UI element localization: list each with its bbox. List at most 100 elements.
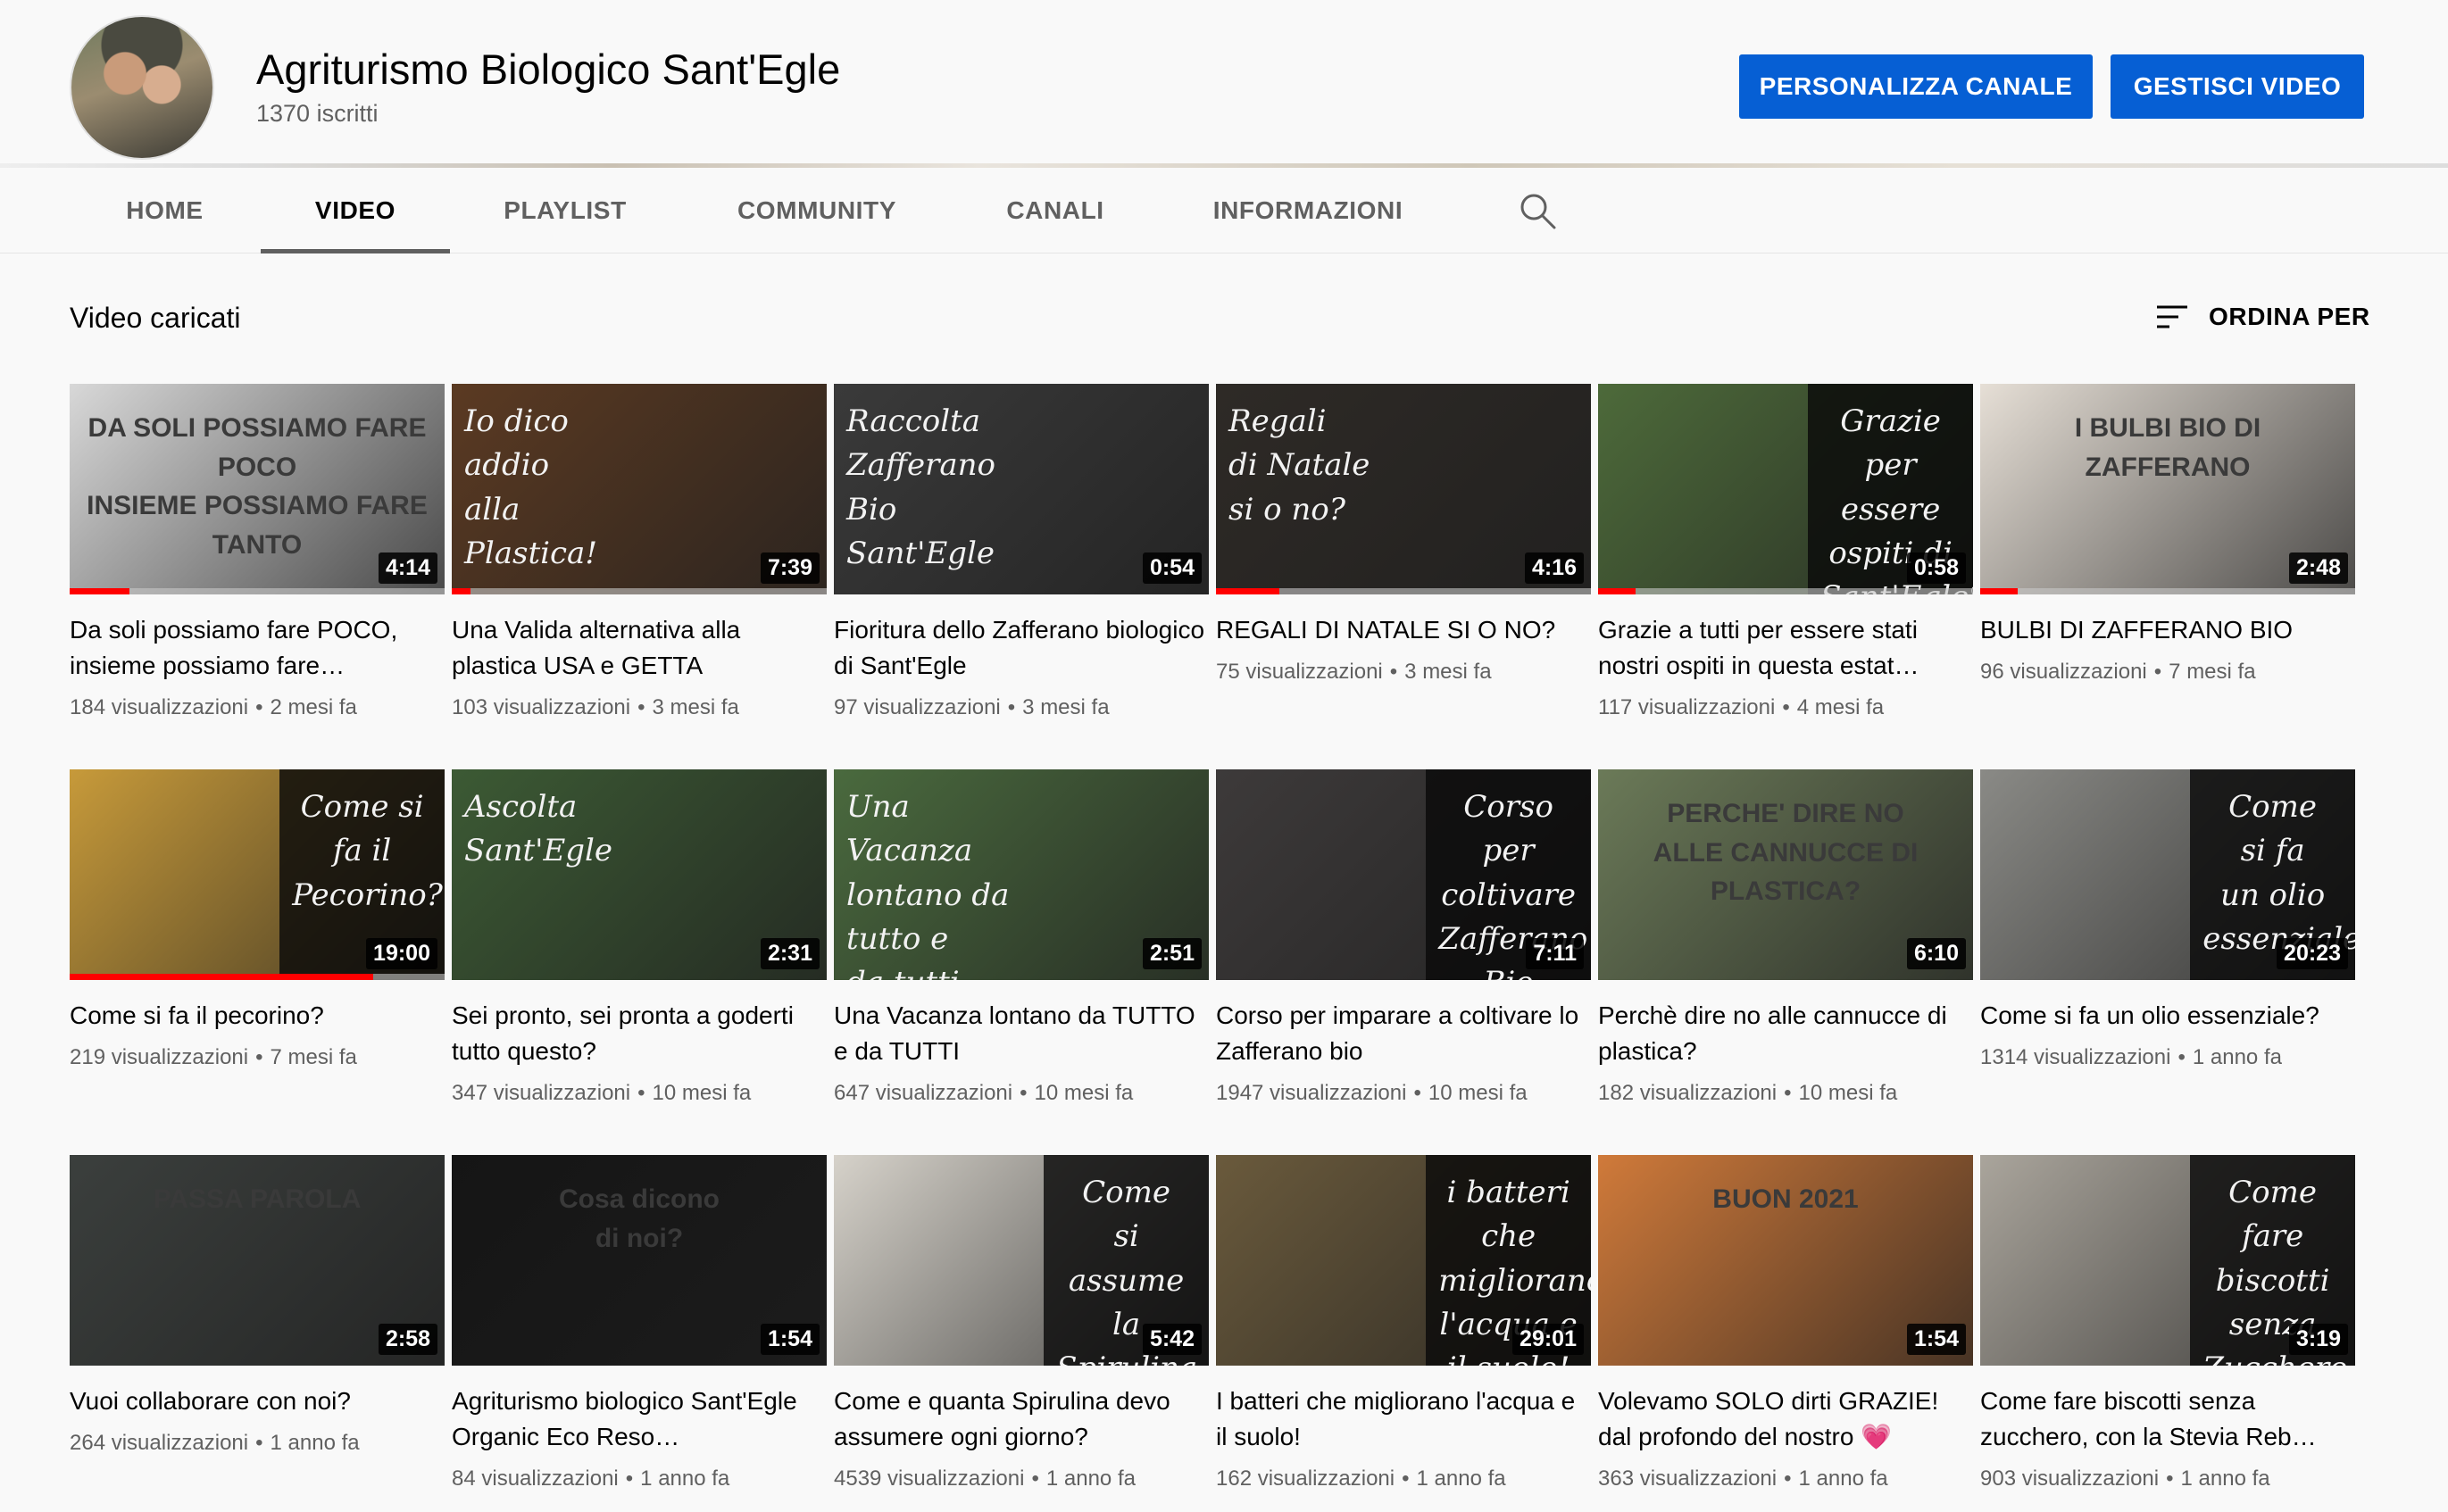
- video-thumbnail[interactable]: Come si fa un olio essenziale20:23: [1980, 769, 2355, 980]
- sort-icon: [2157, 305, 2187, 328]
- video-thumbnail[interactable]: Grazie per essere ospiti di Sant'Egle♡0:…: [1598, 384, 1973, 594]
- video-card[interactable]: PERCHE' DIRE NO ALLE CANNUCCE DI PLASTIC…: [1598, 769, 1973, 1109]
- video-metadata: 4539 visualizzazioni • 1 anno fa: [834, 1464, 1209, 1494]
- upload-age: 7 mesi fa: [2169, 660, 2256, 684]
- video-title[interactable]: Una Vacanza lontano da TUTTO e da TUTTI: [834, 998, 1209, 1069]
- video-thumbnail[interactable]: Ascolta Sant'Egle 2:31: [452, 769, 827, 980]
- video-card[interactable]: Ascolta Sant'Egle 2:31 Sei pronto, sei pro…: [452, 769, 827, 1109]
- video-thumbnail[interactable]: Come fare biscotti senza Zucchero3:19: [1980, 1155, 2355, 1366]
- video-thumbnail[interactable]: Io dico addio alla Plastica! 7:39: [452, 384, 827, 594]
- meta-separator: •: [637, 695, 645, 719]
- video-card[interactable]: BUON 2021 1:54 Volevamo SOLO dirti GRAZIE!…: [1598, 1155, 1973, 1494]
- view-count: 84 visualizzazioni: [452, 1466, 619, 1491]
- video-duration: 20:23: [2277, 938, 2348, 969]
- upload-age: 10 mesi fa: [1428, 1081, 1528, 1105]
- video-card[interactable]: Come si fa il Pecorino? 19:00 Come si fa i…: [70, 769, 445, 1073]
- video-duration: 19:00: [366, 938, 437, 969]
- video-title[interactable]: Da soli possiamo fare POCO, insieme poss…: [70, 612, 445, 684]
- thumbnail-text: Io dico addio alla Plastica!: [464, 403, 597, 571]
- video-duration: 0:58: [1906, 552, 1966, 584]
- video-thumbnail[interactable]: PASSA PAROLA 2:58: [70, 1155, 445, 1366]
- sort-button[interactable]: ORDINA PER: [2155, 295, 2370, 339]
- tab-canali[interactable]: CANALI: [989, 168, 1121, 253]
- video-card[interactable]: Corso per coltivare Zafferano Bio7:11 Cor…: [1216, 769, 1591, 1109]
- view-count: 96 visualizzazioni: [1980, 660, 2147, 684]
- video-thumbnail[interactable]: Corso per coltivare Zafferano Bio7:11: [1216, 769, 1591, 980]
- video-thumbnail[interactable]: i batteri che migliorano l'acqua e il su…: [1216, 1155, 1591, 1366]
- video-metadata: 96 visualizzazioni • 7 mesi fa: [1980, 657, 2355, 687]
- video-card[interactable]: i batteri che migliorano l'acqua e il su…: [1216, 1155, 1591, 1494]
- video-metadata: 903 visualizzazioni • 1 anno fa: [1980, 1464, 2355, 1494]
- video-thumbnail[interactable]: Regali di Natale si o no? 4:16: [1216, 384, 1591, 594]
- video-title[interactable]: Come si fa il pecorino?: [70, 998, 445, 1034]
- video-metadata: 1947 visualizzazioni • 10 mesi fa: [1216, 1078, 1591, 1109]
- video-thumbnail[interactable]: DA SOLI POSSIAMO FARE POCO INSIEME POSSI…: [70, 384, 445, 594]
- video-title[interactable]: BULBI DI ZAFFERANO BIO: [1980, 612, 2355, 648]
- video-title[interactable]: Vuoi collaborare con noi?: [70, 1383, 445, 1419]
- tab-video[interactable]: VIDEO: [261, 168, 450, 253]
- video-card[interactable]: I BULBI BIO DI ZAFFERANO 2:48 BULBI DI ZAF…: [1980, 384, 2355, 687]
- video-title[interactable]: Grazie a tutti per essere stati nostri o…: [1598, 612, 1973, 684]
- upload-age: 1 anno fa: [1045, 1466, 1136, 1491]
- video-card[interactable]: Come fare biscotti senza Zucchero3:19 Com…: [1980, 1155, 2355, 1494]
- video-title[interactable]: Fioritura dello Zafferano biologico di S…: [834, 612, 1209, 684]
- video-title[interactable]: Agriturismo biologico Sant'Egle Organic …: [452, 1383, 827, 1455]
- channel-avatar[interactable]: [70, 15, 214, 160]
- video-title[interactable]: Perchè dire no alle cannucce di plastica…: [1598, 998, 1973, 1069]
- video-thumbnail[interactable]: BUON 2021 1:54: [1598, 1155, 1973, 1366]
- view-count: 363 visualizzazioni: [1598, 1466, 1778, 1491]
- video-card[interactable]: Cosa dicono di noi? 1:54 Agriturismo biolo…: [452, 1155, 827, 1494]
- video-thumbnail[interactable]: Cosa dicono di noi? 1:54: [452, 1155, 827, 1366]
- video-title[interactable]: Come si fa un olio essenziale?: [1980, 998, 2355, 1034]
- video-duration: 3:19: [2288, 1324, 2348, 1355]
- video-title[interactable]: Come fare biscotti senza zucchero, con l…: [1980, 1383, 2355, 1455]
- video-title[interactable]: REGALI DI NATALE SI O NO?: [1216, 612, 1591, 648]
- meta-separator: •: [2177, 1045, 2186, 1069]
- video-card[interactable]: Una Vacanza lontano da tutto e da tutti 2…: [834, 769, 1209, 1109]
- video-thumbnail[interactable]: Come si assume la Spirulina5:42: [834, 1155, 1209, 1366]
- tab-informazioni[interactable]: INFORMAZIONI: [1196, 168, 1420, 253]
- view-count: 117 visualizzazioni: [1598, 695, 1776, 719]
- video-title[interactable]: Sei pronto, sei pronta a goderti tutto q…: [452, 998, 827, 1069]
- video-duration: 6:10: [1906, 938, 1966, 969]
- view-count: 903 visualizzazioni: [1980, 1466, 2160, 1491]
- video-duration: 2:48: [2288, 552, 2348, 584]
- video-title[interactable]: Corso per imparare a coltivare lo Zaffer…: [1216, 998, 1591, 1069]
- video-thumbnail[interactable]: I BULBI BIO DI ZAFFERANO 2:48: [1980, 384, 2355, 594]
- video-thumbnail[interactable]: Come si fa il Pecorino? 19:00: [70, 769, 445, 980]
- video-card[interactable]: Raccolta Zafferano Bio Sant'Egle 0:54 Fior…: [834, 384, 1209, 723]
- view-count: 347 visualizzazioni: [452, 1081, 631, 1105]
- video-duration: 0:54: [1142, 552, 1202, 584]
- video-duration: 5:42: [1142, 1324, 1202, 1355]
- customize-channel-button[interactable]: PERSONALIZZA CANALE: [1739, 54, 2093, 119]
- tab-community[interactable]: COMMUNITY: [714, 168, 920, 253]
- video-title[interactable]: Come e quanta Spirulina devo assumere og…: [834, 1383, 1209, 1455]
- video-duration: 7:11: [1526, 938, 1584, 969]
- video-duration: 1:54: [760, 1324, 820, 1355]
- video-card[interactable]: DA SOLI POSSIAMO FARE POCO INSIEME POSSI…: [70, 384, 445, 723]
- video-title[interactable]: I batteri che migliorano l'acqua e il su…: [1216, 1383, 1591, 1455]
- video-card[interactable]: Io dico addio alla Plastica! 7:39 Una Vali…: [452, 384, 827, 723]
- meta-separator: •: [1784, 1466, 1792, 1491]
- tab-home[interactable]: HOME: [100, 168, 229, 253]
- video-thumbnail[interactable]: Una Vacanza lontano da tutto e da tutti 2…: [834, 769, 1209, 980]
- search-icon[interactable]: [1518, 191, 1557, 230]
- video-title[interactable]: Una Valida alternativa alla plastica USA…: [452, 612, 827, 684]
- video-card[interactable]: Come si assume la Spirulina5:42 Come e qu…: [834, 1155, 1209, 1494]
- upload-age: 1 anno fa: [2180, 1466, 2270, 1491]
- upload-age: 1 anno fa: [640, 1466, 730, 1491]
- video-card[interactable]: Grazie per essere ospiti di Sant'Egle♡0:…: [1598, 384, 1973, 723]
- video-card[interactable]: Regali di Natale si o no? 4:16 REGALI DI N…: [1216, 384, 1591, 687]
- view-count: 1947 visualizzazioni: [1216, 1081, 1407, 1105]
- video-thumbnail[interactable]: PERCHE' DIRE NO ALLE CANNUCCE DI PLASTIC…: [1598, 769, 1973, 980]
- video-card[interactable]: Come si fa un olio essenziale20:23 Come s…: [1980, 769, 2355, 1073]
- video-title[interactable]: Volevamo SOLO dirti GRAZIE! dal profondo…: [1598, 1383, 1973, 1455]
- manage-videos-button[interactable]: GESTISCI VIDEO: [2111, 54, 2364, 119]
- upload-age: 1 anno fa: [270, 1431, 360, 1455]
- video-thumbnail[interactable]: Raccolta Zafferano Bio Sant'Egle 0:54: [834, 384, 1209, 594]
- tab-playlist[interactable]: PLAYLIST: [480, 168, 650, 253]
- view-count: 182 visualizzazioni: [1598, 1081, 1778, 1105]
- video-metadata: 117 visualizzazioni • 4 mesi fa: [1598, 693, 1973, 723]
- view-count: 162 visualizzazioni: [1216, 1466, 1395, 1491]
- video-card[interactable]: PASSA PAROLA 2:58 Vuoi collaborare con noi…: [70, 1155, 445, 1458]
